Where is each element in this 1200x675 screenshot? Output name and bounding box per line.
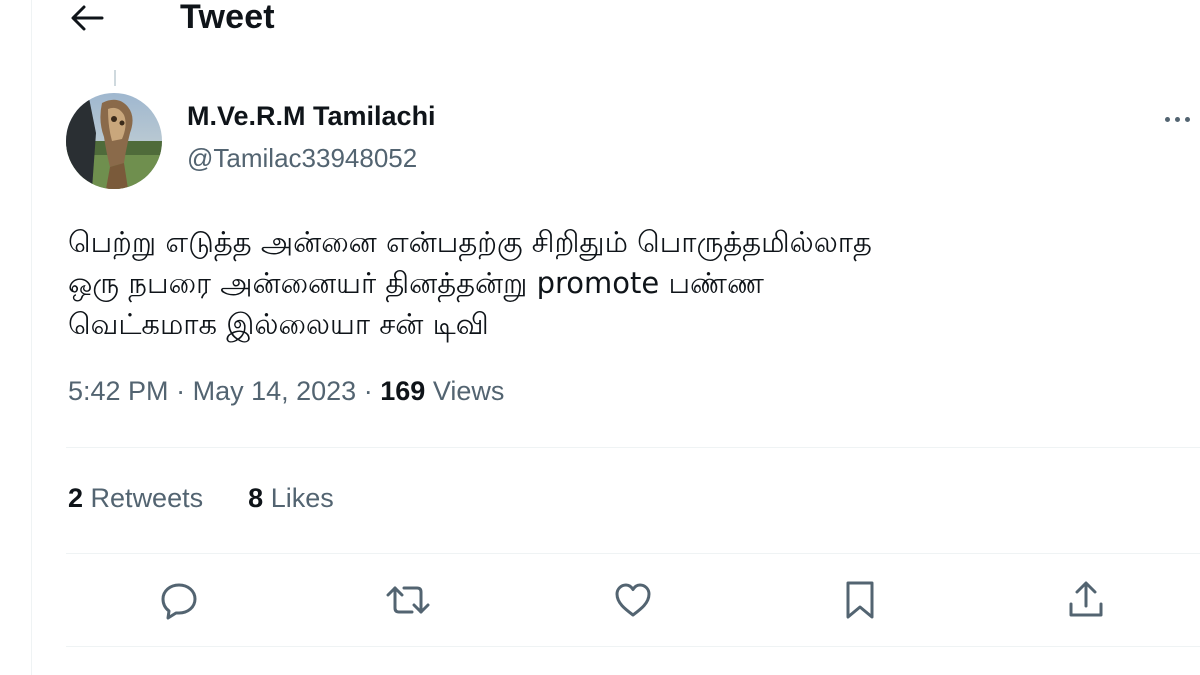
thread-connector [114,70,116,86]
tweet-meta: 5:42 PM · May 14, 2023 · 169 Views [68,376,504,407]
author-display-name[interactable]: M.Ve.R.M Tamilachi [187,101,436,132]
tweet-page: Tweet M.Ve.R.M Tamilachi @Tamilac3394805… [0,0,1200,675]
user-avatar-icon [66,93,162,189]
meta-separator: · [176,376,186,406]
reply-button[interactable] [157,578,201,622]
like-button[interactable] [611,578,655,622]
tweet-date[interactable]: May 14, 2023 [193,376,357,406]
author-handle[interactable]: @Tamilac33948052 [187,143,417,174]
likes-stat[interactable]: 8 Likes [248,483,334,513]
tweet-text-line: பெற்று எடுத்த அன்னை என்பதற்கு சிறிதும் ப… [68,225,872,259]
retweets-stat[interactable]: 2 Retweets [68,483,211,513]
bookmark-icon [846,581,874,619]
views-label: Views [432,376,505,406]
like-icon [615,583,651,617]
divider [66,447,1200,448]
share-icon [1069,581,1103,617]
tweet-time[interactable]: 5:42 PM [68,376,169,406]
share-button[interactable] [1064,578,1108,622]
retweets-count: 2 [68,483,84,513]
meta-separator: · [363,376,373,406]
retweet-button[interactable] [384,578,430,622]
divider [66,553,1200,554]
divider [66,646,1200,647]
tweet-text-line: வெட்கமாக இல்லையா சன் டிவி [68,307,489,341]
retweets-label: Retweets [90,483,204,513]
reply-icon [161,583,197,620]
bookmark-button[interactable] [838,578,882,622]
more-options-button[interactable] [1158,104,1198,134]
back-button[interactable] [66,0,106,34]
tweet-stats: 2 Retweets 8 Likes [68,483,334,514]
avatar[interactable] [66,93,162,189]
likes-label: Likes [270,483,334,513]
likes-count: 8 [248,483,264,513]
page-title: Tweet [180,0,275,36]
arrow-left-icon [71,5,104,31]
tweet-text: பெற்று எடுத்த அன்னை என்பதற்கு சிறிதும் ப… [68,222,1198,345]
views-count: 169 [380,376,426,406]
retweet-icon [386,586,430,614]
column-border [31,0,32,675]
tweet-text-line: ஒரு நபரை அன்னையர் தினத்தன்று promote பண்… [68,266,764,300]
